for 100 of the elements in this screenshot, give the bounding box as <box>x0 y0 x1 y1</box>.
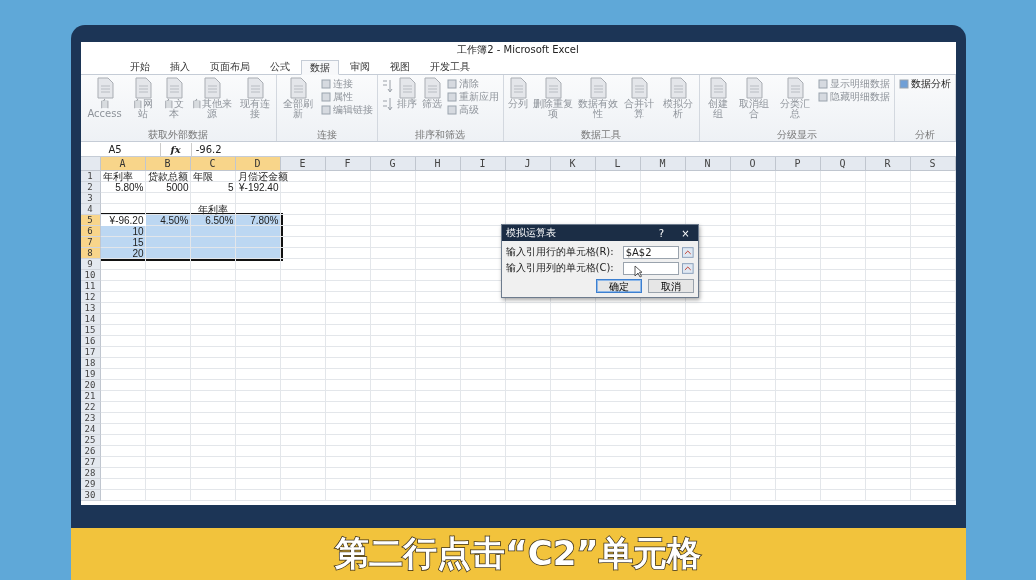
row-header[interactable]: 10 <box>80 270 101 281</box>
row-header[interactable]: 8 <box>80 248 101 259</box>
document-icon <box>132 77 153 99</box>
table-cell-text: 7.80% <box>249 215 280 226</box>
table-cell-text: ¥-192.40 <box>238 182 280 193</box>
row-header[interactable]: 23 <box>80 413 101 424</box>
row-header[interactable]: 12 <box>80 292 101 303</box>
row-header[interactable]: 4 <box>80 204 101 215</box>
document-icon <box>244 77 265 99</box>
column-header[interactable]: H <box>415 157 461 171</box>
row-header[interactable]: 13 <box>80 303 101 314</box>
row-header[interactable]: 5 <box>80 215 101 226</box>
formula-field[interactable]: -96.2 <box>190 142 956 156</box>
row-header[interactable]: 1 <box>80 171 101 182</box>
mouse-cursor-icon <box>633 265 643 278</box>
input-field[interactable]: $A$2 <box>622 245 679 259</box>
row-header[interactable]: 19 <box>80 369 101 380</box>
column-header[interactable]: K <box>550 157 596 171</box>
group-label: 数据工具 <box>580 129 623 141</box>
row-header[interactable]: 30 <box>80 490 101 501</box>
column-header[interactable]: C <box>190 157 236 171</box>
function-button[interactable]: fx <box>164 143 187 155</box>
range-picker-icon[interactable] <box>681 246 694 258</box>
ribbon-tab[interactable]: 数据 <box>300 60 339 75</box>
sort-icon[interactable] <box>380 97 393 111</box>
row-header[interactable]: 16 <box>80 336 101 347</box>
row-header[interactable]: 22 <box>80 402 101 413</box>
group-label: 排序和筛选 <box>414 129 466 141</box>
table-cell-text: 年限 <box>191 171 214 182</box>
column-header[interactable]: S <box>910 157 956 171</box>
ribbon-button[interactable]: 数据分析 <box>897 78 952 90</box>
column-header[interactable]: J <box>505 157 551 171</box>
table-cell-text: 年利率 <box>101 171 134 182</box>
name-box[interactable]: A5 <box>80 142 161 156</box>
square-icon <box>446 92 457 102</box>
row-header[interactable]: 27 <box>80 457 101 468</box>
column-header[interactable]: L <box>595 157 641 171</box>
square-icon <box>898 79 909 89</box>
row-header[interactable]: 21 <box>80 391 101 402</box>
row-header[interactable]: 14 <box>80 314 101 325</box>
range-picker-icon[interactable] <box>681 262 694 274</box>
document-icon <box>288 77 309 99</box>
table-cell-text: 5000 <box>165 182 190 193</box>
dialog-button[interactable]: 取消 <box>647 279 694 293</box>
column-header[interactable]: N <box>685 157 731 171</box>
ribbon-tab[interactable]: 插入 <box>160 59 199 74</box>
sort-icon[interactable] <box>380 79 393 93</box>
help-button[interactable]: ? <box>649 227 674 239</box>
row-header[interactable]: 11 <box>80 281 101 292</box>
row-header[interactable]: 3 <box>80 193 101 204</box>
table-cell-text: 4.50% <box>159 215 190 226</box>
column-header[interactable]: D <box>235 157 281 171</box>
window-title: 工作簿2 - Microsoft Excel <box>457 43 579 57</box>
ribbon-tab[interactable]: 开发工具 <box>420 59 479 74</box>
ribbon-tab[interactable]: 页面布局 <box>200 59 259 74</box>
table-cell-text: 5 <box>226 182 235 193</box>
table-cell-text: 6.50% <box>204 215 235 226</box>
column-header[interactable]: F <box>325 157 371 171</box>
ribbon-tab[interactable]: 视图 <box>380 59 419 74</box>
square-icon <box>320 92 331 102</box>
row-header[interactable]: 6 <box>80 226 101 237</box>
select-all-corner[interactable] <box>80 157 101 171</box>
column-header[interactable]: E <box>280 157 326 171</box>
document-icon <box>396 77 417 99</box>
row-header[interactable]: 7 <box>80 237 101 248</box>
column-header[interactable]: Q <box>820 157 866 171</box>
row-header[interactable]: 18 <box>80 358 101 369</box>
column-header[interactable]: M <box>640 157 686 171</box>
table-cell: ¥-96.20 <box>100 215 146 226</box>
column-header[interactable]: G <box>370 157 416 171</box>
ribbon-tab[interactable]: 开始 <box>120 59 159 74</box>
row-header[interactable]: 15 <box>80 325 101 336</box>
document-icon <box>164 77 185 99</box>
table-cell-text: 15 <box>131 237 145 248</box>
document-icon <box>629 77 650 99</box>
square-icon <box>320 105 331 115</box>
table-cell-text: 5.80% <box>114 182 145 193</box>
column-header[interactable]: I <box>460 157 506 171</box>
ribbon-tab[interactable]: 公式 <box>260 59 299 74</box>
document-icon <box>707 77 728 99</box>
group-label: 分级显示 <box>775 129 818 141</box>
column-header[interactable]: O <box>730 157 776 171</box>
row-header[interactable]: 2 <box>80 182 101 193</box>
square-icon <box>446 105 457 115</box>
dialog-title: 模拟运算表 <box>505 226 557 240</box>
row-header[interactable]: 24 <box>80 424 101 435</box>
column-header[interactable]: R <box>865 157 911 171</box>
ribbon-tab[interactable]: 审阅 <box>340 59 379 74</box>
table-cell-text: 年利率 <box>197 204 229 215</box>
dialog-button[interactable]: 确定 <box>595 279 642 293</box>
row-header[interactable]: 17 <box>80 347 101 358</box>
column-header[interactable]: B <box>145 157 191 171</box>
field-label: 输入引用行的单元格(R): <box>505 245 615 259</box>
close-button[interactable]: × <box>673 227 698 239</box>
input-field[interactable] <box>622 261 679 275</box>
table-cell-text: 20 <box>131 248 145 259</box>
column-header[interactable]: A <box>100 157 146 171</box>
row-header[interactable]: 9 <box>80 259 101 270</box>
column-header[interactable]: P <box>775 157 821 171</box>
group-label: 连接 <box>315 129 338 141</box>
